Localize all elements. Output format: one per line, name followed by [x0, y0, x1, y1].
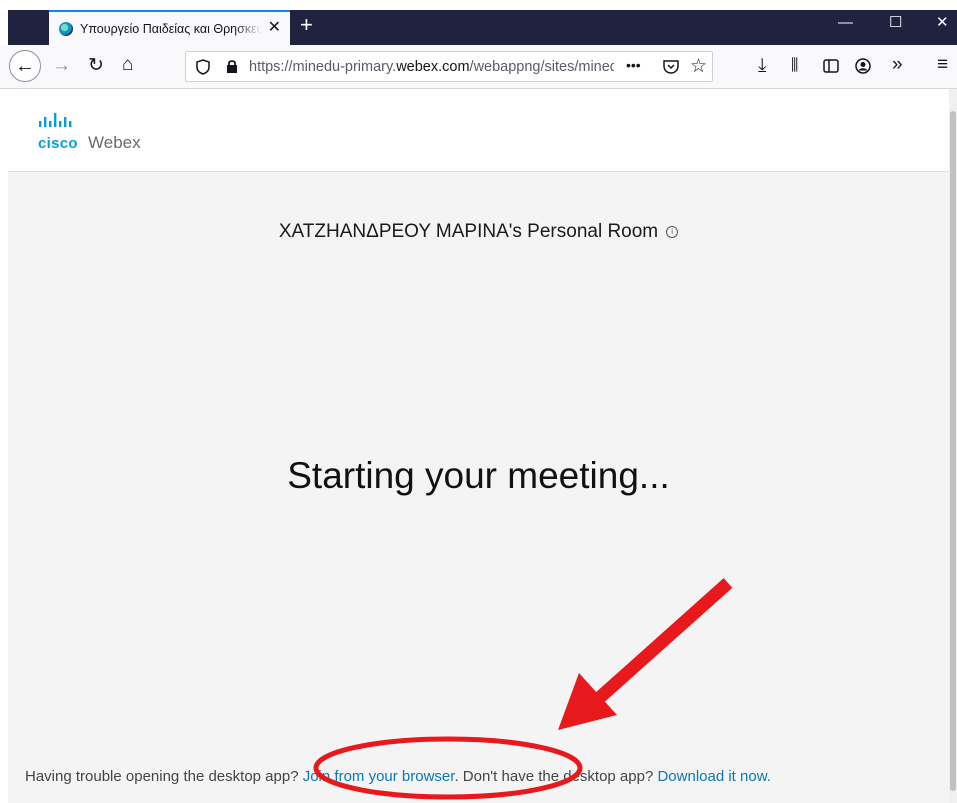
- navigation-toolbar: ← → ↻ ⌂ https://minedu-primary.webex.com…: [0, 45, 957, 89]
- info-icon[interactable]: i: [666, 225, 679, 238]
- download-app-link[interactable]: Download it now.: [657, 768, 770, 785]
- star-icon[interactable]: ☆: [690, 55, 707, 78]
- sidebar-icon[interactable]: [823, 59, 839, 73]
- new-tab-button[interactable]: +: [300, 12, 313, 38]
- webex-wordmark: Webex: [88, 133, 141, 152]
- tab-title: Υπουργείο Παιδείας και Θρησκευμάτων: [80, 21, 262, 36]
- page-scrollbar[interactable]: [949, 89, 957, 803]
- cisco-logo-icon: [39, 113, 72, 127]
- page-header: cisco Webex: [8, 89, 949, 172]
- room-title: ΧΑΤΖΗΑΝΔΡΕΟΥ ΜΑΡΙΝΑ's Personal Room i: [8, 221, 949, 243]
- site-favicon-icon: [59, 21, 73, 36]
- back-icon[interactable]: ←: [9, 50, 41, 82]
- library-icon[interactable]: ⫼: [791, 56, 798, 76]
- minimize-button[interactable]: —: [838, 12, 853, 34]
- scrollbar-thumb[interactable]: [950, 111, 956, 791]
- forward-icon[interactable]: →: [52, 56, 71, 76]
- page-actions-icon[interactable]: •••: [626, 57, 641, 73]
- address-bar[interactable]: https://minedu-primary.webex.com/webappn…: [185, 51, 713, 82]
- tab-close-icon[interactable]: ✕: [268, 19, 281, 37]
- join-from-browser-link[interactable]: Join from your browser: [303, 768, 455, 785]
- footer-middle: . Don't have the desktop app?: [454, 768, 658, 785]
- shield-icon[interactable]: [196, 59, 210, 75]
- account-icon[interactable]: [855, 58, 871, 74]
- meeting-status-text: Starting your meeting...: [287, 455, 670, 496]
- maximize-button[interactable]: ☐: [889, 12, 902, 34]
- menu-icon[interactable]: ≡: [937, 55, 948, 75]
- footer-prefix: Having trouble opening the desktop app?: [25, 768, 303, 785]
- room-title-text: ΧΑΤΖΗΑΝΔΡΕΟΥ ΜΑΡΙΝΑ's Personal Room: [278, 221, 659, 242]
- url-text: https://minedu-primary.webex.com/webappn…: [249, 59, 614, 75]
- pocket-icon[interactable]: [662, 58, 680, 76]
- cisco-wordmark: cisco: [38, 135, 78, 152]
- footer-help-text: Having trouble opening the desktop app? …: [25, 768, 771, 785]
- close-window-button[interactable]: ✕: [936, 12, 949, 34]
- tab-strip: Υπουργείο Παιδείας και Θρησκευμάτων ✕ + …: [0, 0, 957, 45]
- reload-icon[interactable]: ↻: [88, 56, 104, 76]
- overflow-icon[interactable]: »: [892, 55, 903, 75]
- download-icon[interactable]: ⤓: [758, 56, 766, 76]
- meeting-launch-panel: ΧΑΤΖΗΑΝΔΡΕΟΥ ΜΑΡΙΝΑ's Personal Room i Sta…: [8, 172, 949, 803]
- home-icon[interactable]: ⌂: [122, 55, 133, 75]
- browser-tab[interactable]: Υπουργείο Παιδείας και Θρησκευμάτων ✕: [49, 10, 290, 45]
- lock-icon[interactable]: [226, 59, 238, 74]
